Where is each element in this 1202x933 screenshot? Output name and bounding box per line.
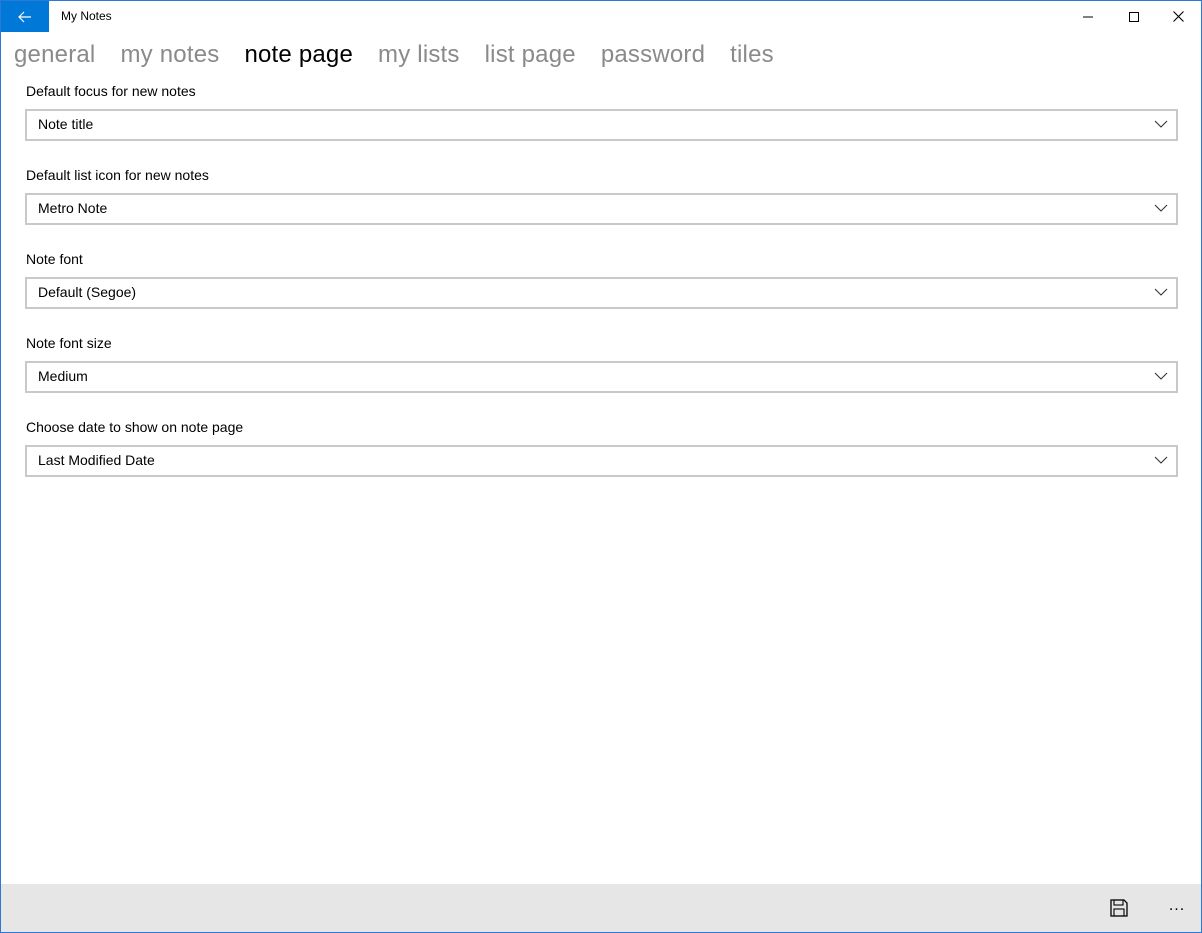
default-focus-dropdown[interactable]: Note title (25, 109, 1178, 141)
maximize-icon (1129, 11, 1139, 22)
setting-default-list-icon: Default list icon for new notes Metro No… (25, 167, 1178, 251)
note-page-settings: Default focus for new notes Note title D… (25, 83, 1178, 503)
dropdown-value: Last Modified Date (38, 452, 155, 468)
chevron-down-icon (1154, 288, 1168, 296)
note-font-dropdown[interactable]: Default (Segoe) (25, 277, 1178, 309)
tab-note-page[interactable]: note page (244, 41, 353, 81)
tab-my-lists[interactable]: my lists (378, 41, 460, 81)
setting-date-display: Choose date to show on note page Last Mo… (25, 419, 1178, 503)
dropdown-value: Medium (38, 368, 88, 384)
setting-label: Note font (26, 251, 83, 267)
minimize-icon (1083, 16, 1093, 17)
more-options-button[interactable]: ... (1163, 894, 1191, 922)
settings-tabs: general my notes note page my lists list… (14, 41, 799, 81)
back-button[interactable] (1, 1, 49, 32)
minimize-button[interactable] (1065, 1, 1111, 32)
chevron-down-icon (1154, 204, 1168, 212)
dropdown-value: Note title (38, 116, 94, 132)
tab-tiles[interactable]: tiles (730, 41, 774, 81)
chevron-down-icon (1154, 120, 1168, 128)
note-font-size-dropdown[interactable]: Medium (25, 361, 1178, 393)
title-bar: My Notes (1, 1, 1201, 33)
maximize-button[interactable] (1111, 1, 1157, 32)
back-arrow-icon (18, 11, 31, 22)
dropdown-value: Metro Note (38, 200, 108, 216)
bottom-app-bar: ... (1, 884, 1201, 932)
tab-my-notes[interactable]: my notes (120, 41, 219, 81)
chevron-down-icon (1154, 372, 1168, 380)
setting-label: Default list icon for new notes (26, 167, 209, 183)
close-button[interactable] (1155, 1, 1201, 32)
close-icon (1172, 11, 1184, 22)
date-display-dropdown[interactable]: Last Modified Date (25, 445, 1178, 477)
setting-note-font-size: Note font size Medium (25, 335, 1178, 419)
dropdown-value: Default (Segoe) (38, 284, 137, 300)
chevron-down-icon (1154, 456, 1168, 464)
tab-password[interactable]: password (601, 41, 705, 81)
more-icon: ... (1168, 897, 1186, 914)
setting-label: Note font size (26, 335, 112, 351)
save-button[interactable] (1105, 894, 1133, 922)
setting-label: Choose date to show on note page (26, 419, 244, 435)
setting-note-font: Note font Default (Segoe) (25, 251, 1178, 335)
save-icon (1110, 899, 1128, 917)
setting-label: Default focus for new notes (26, 83, 196, 99)
setting-default-focus: Default focus for new notes Note title (25, 83, 1178, 167)
default-list-icon-dropdown[interactable]: Metro Note (25, 193, 1178, 225)
tab-general[interactable]: general (14, 41, 95, 81)
tab-list-page[interactable]: list page (485, 41, 576, 81)
app-window: My Notes general my notes note page my l… (0, 0, 1202, 933)
app-title: My Notes (61, 9, 112, 23)
